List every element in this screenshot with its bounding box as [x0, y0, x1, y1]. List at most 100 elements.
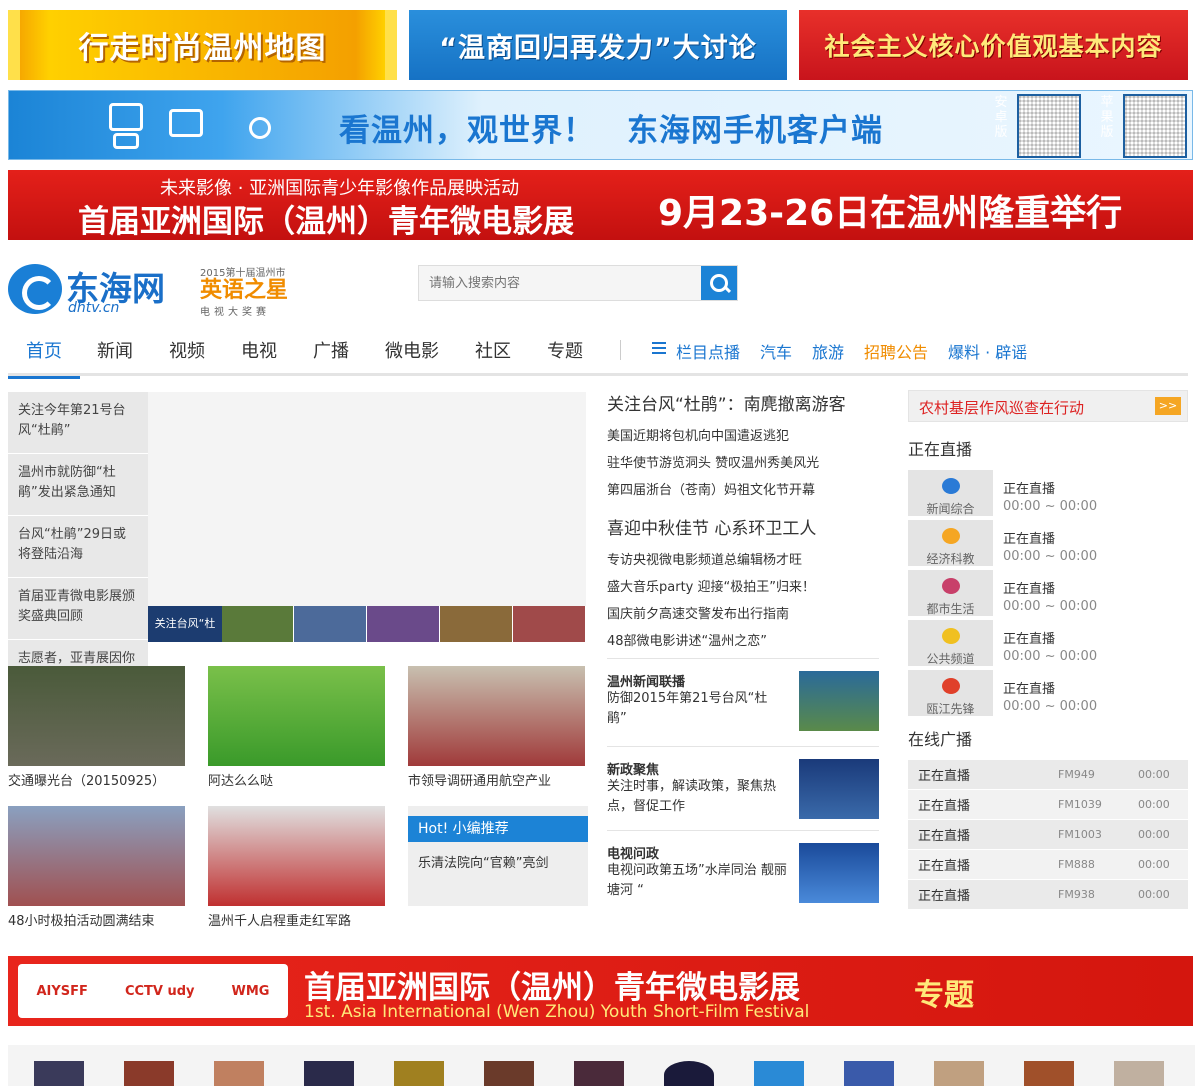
video-card[interactable]: 48小时极拍活动圆满结束 [8, 806, 185, 929]
topic-item[interactable]: 首届亚青微电影展颁奖盛典回顾 [8, 578, 148, 640]
banner-wenzhou-merchants[interactable]: “温商回归再发力”大讨论 [409, 10, 787, 80]
video-card[interactable]: 阿达么么哒 [208, 666, 385, 789]
site-logo[interactable]: 东海网 dhtv.cn [8, 262, 188, 318]
video-title[interactable]: 阿达么么哒 [208, 770, 385, 789]
program-feature[interactable]: 电视问政 电视问政第五场”水岸同治 靓丽塘河 “ [607, 830, 879, 906]
nav-topics[interactable]: 专题 [547, 337, 583, 373]
program-title[interactable]: 温州新闻联播 [607, 671, 685, 690]
topic-item[interactable]: 台风“杜鹃”29日或将登陆沿海 [8, 516, 148, 578]
slide-thumb[interactable] [513, 606, 586, 642]
nav-micro-film[interactable]: 微电影 [385, 337, 439, 373]
live-channel[interactable]: 新闻综合 正在直播 00:00 ~ 00:00 [908, 470, 1188, 520]
nav-on-demand[interactable]: 栏目点播 [676, 339, 740, 363]
video-card[interactable]: 市领导调研通用航空产业 [408, 666, 585, 789]
program-thumb[interactable] [394, 1061, 444, 1086]
headline[interactable]: 喜迎中秋佳节 心系环卫工人 [607, 514, 879, 539]
app-download-banner[interactable]: 看温州，观世界！ 东海网手机客户端 安卓版 苹果版 [8, 90, 1193, 160]
program-thumb[interactable] [754, 1061, 804, 1086]
program-thumbnail[interactable] [799, 843, 879, 903]
headline[interactable]: 关注台风“杜鹃”：南麂撤离游客 [607, 390, 879, 415]
nav-travel[interactable]: 旅游 [812, 339, 844, 363]
program-desc[interactable]: 电视问政第五场”水岸同治 靓丽塘河 “ [607, 861, 787, 901]
video-card[interactable]: 交通曝光台（20150925） [8, 666, 185, 789]
nav-video[interactable]: 视频 [169, 337, 205, 373]
program-thumb[interactable] [574, 1061, 624, 1086]
nav-auto[interactable]: 汽车 [760, 339, 792, 363]
nav-recruit[interactable]: 招聘公告 [864, 339, 928, 363]
radio-item[interactable]: 正在直播 FM888 00:00 [908, 850, 1188, 880]
program-thumbnail[interactable] [799, 671, 879, 731]
news-item[interactable]: 驻华使节游览洞头 赞叹温州秀美风光 [607, 450, 879, 477]
news-item[interactable]: 第四届浙台（苍南）妈祖文化节开幕 [607, 477, 879, 504]
video-thumbnail[interactable] [8, 806, 185, 906]
iphone-qr-code[interactable] [1123, 94, 1187, 158]
nav-radio[interactable]: 广播 [313, 337, 349, 373]
eng-main: 英语之星 [200, 278, 289, 303]
live-channel[interactable]: 公共频道 正在直播 00:00 ~ 00:00 [908, 620, 1188, 670]
program-thumb[interactable] [484, 1061, 534, 1086]
radio-item[interactable]: 正在直播 FM1003 00:00 [908, 820, 1188, 850]
news-item[interactable]: 48部微电影讲述“温州之恋” [607, 628, 879, 655]
program-title[interactable]: 新政聚焦 [607, 759, 659, 778]
channel-logo: 新闻综合 [908, 470, 993, 518]
program-thumb[interactable] [124, 1061, 174, 1086]
topic-item[interactable]: 志愿者，亚青展因你而精彩 [8, 640, 148, 666]
program-thumb[interactable] [664, 1061, 714, 1086]
video-thumbnail[interactable] [208, 666, 385, 766]
program-feature[interactable]: 温州新闻联播 防御2015年第21号台风“杜鹃” [607, 658, 879, 734]
more-arrow-icon[interactable]: >> [1155, 397, 1181, 415]
program-desc[interactable]: 防御2015年第21号台风“杜鹃” [607, 689, 787, 729]
slide-thumb[interactable] [294, 606, 367, 642]
nav-news[interactable]: 新闻 [97, 337, 133, 373]
nav-home[interactable]: 首页 [8, 337, 80, 379]
program-thumbnail[interactable] [799, 759, 879, 819]
program-thumb[interactable] [1024, 1061, 1074, 1086]
search-input[interactable] [419, 266, 701, 300]
slide-thumb[interactable] [221, 606, 294, 642]
slide-thumb[interactable] [440, 606, 513, 642]
android-qr-code[interactable] [1017, 94, 1081, 158]
film-festival-banner[interactable]: 未来影像 · 亚洲国际青少年影像作品展映活动 首届亚洲国际（温州）青年微电影展 … [8, 170, 1193, 240]
banner-wenzhou-map[interactable]: 行走时尚温州地图 [8, 10, 397, 80]
news-item[interactable]: 美国近期将包机向中国遣返逃犯 [607, 423, 879, 450]
banner-core-values[interactable]: 社会主义核心价值观基本内容 [799, 10, 1188, 80]
live-channel[interactable]: 瓯江先锋 正在直播 00:00 ~ 00:00 [908, 670, 1188, 720]
program-title[interactable]: 电视问政 [607, 843, 659, 862]
video-thumbnail[interactable] [208, 806, 385, 906]
video-thumbnail[interactable] [8, 666, 185, 766]
slideshow-image[interactable] [148, 392, 586, 642]
program-thumb[interactable] [304, 1061, 354, 1086]
program-thumb[interactable] [1114, 1061, 1164, 1086]
topic-item[interactable]: 关注今年第21号台风“杜鹃” [8, 392, 148, 454]
radio-item[interactable]: 正在直播 FM949 00:00 [908, 760, 1188, 790]
english-star-logo[interactable]: 2015第十届温州市 英语之星 电视大奖赛 [200, 264, 310, 318]
video-title[interactable]: 交通曝光台（20150925） [8, 770, 185, 789]
live-channel[interactable]: 经济科教 正在直播 00:00 ~ 00:00 [908, 520, 1188, 570]
news-item[interactable]: 国庆前夕高速交警发布出行指南 [607, 601, 879, 628]
program-thumb[interactable] [214, 1061, 264, 1086]
video-thumbnail[interactable] [408, 666, 585, 766]
radio-item[interactable]: 正在直播 FM938 00:00 [908, 880, 1188, 910]
program-feature[interactable]: 新政聚焦 关注时事，解读政策，聚焦热点，督促工作 [607, 746, 879, 822]
news-item[interactable]: 盛大音乐party 迎接“极拍王”归来！ [607, 574, 879, 601]
nav-community[interactable]: 社区 [475, 337, 511, 373]
nav-tv[interactable]: 电视 [241, 337, 277, 373]
nav-tipoff[interactable]: 爆料 · 辟谣 [948, 339, 1027, 363]
patrol-banner[interactable]: 农村基层作风巡查在行动 >> [908, 390, 1188, 422]
live-channel[interactable]: 都市生活 正在直播 00:00 ~ 00:00 [908, 570, 1188, 620]
radio-item[interactable]: 正在直播 FM1039 00:00 [908, 790, 1188, 820]
video-title[interactable]: 48小时极拍活动圆满结束 [8, 910, 185, 929]
program-desc[interactable]: 关注时事，解读政策，聚焦热点，督促工作 [607, 777, 787, 817]
video-title[interactable]: 温州千人启程重走红军路 [208, 910, 385, 929]
slide-thumb[interactable] [367, 606, 440, 642]
search-icon[interactable] [701, 266, 737, 300]
program-thumb[interactable] [844, 1061, 894, 1086]
video-card[interactable]: 温州千人启程重走红军路 [208, 806, 385, 929]
festival-topic-banner[interactable]: AIYSFF CCTV udy WMG 首届亚洲国际（温州）青年微电影展 专题 … [8, 956, 1193, 1026]
news-item[interactable]: 专访央视微电影频道总编辑杨才旺 [607, 547, 879, 574]
program-thumb[interactable] [934, 1061, 984, 1086]
program-thumb[interactable] [34, 1061, 84, 1086]
video-title[interactable]: 市领导调研通用航空产业 [408, 770, 585, 789]
topic-item[interactable]: 温州市就防御“杜鹃”发出紧急通知 [8, 454, 148, 516]
editor-pick-item[interactable]: 乐清法院向“官赖”亮剑 [408, 842, 588, 881]
